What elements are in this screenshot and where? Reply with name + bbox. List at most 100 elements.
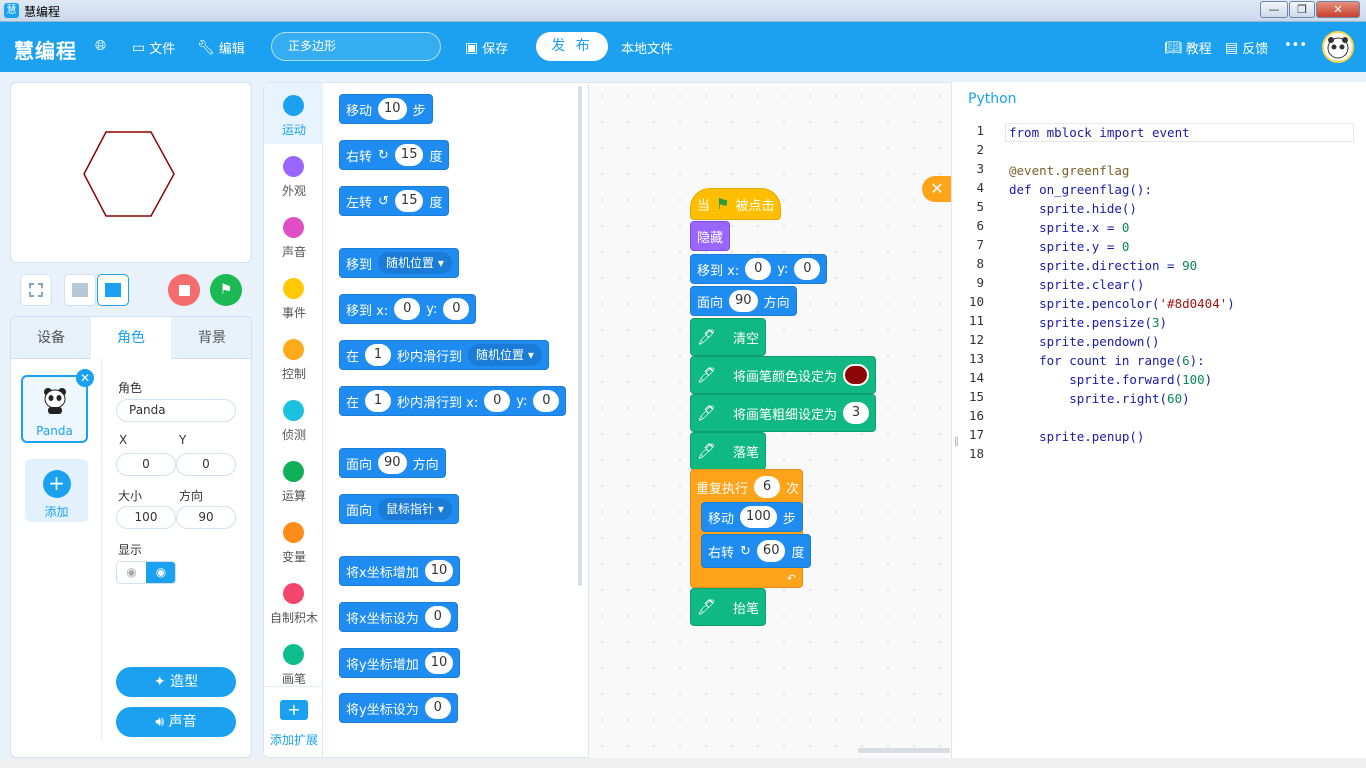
block-input[interactable]: 0: [394, 298, 421, 320]
block-input[interactable]: 0: [794, 258, 821, 280]
add-sprite-button[interactable]: + 添加: [25, 459, 88, 522]
category-control[interactable]: 控制: [264, 327, 324, 388]
palette-scrollbar[interactable]: [578, 86, 582, 586]
block-input[interactable]: 0: [424, 697, 451, 719]
tab-backdrops[interactable]: 背景: [171, 317, 251, 359]
pen-color-swatch[interactable]: [843, 364, 870, 386]
sound-button[interactable]: 🔊︎ 声音: [116, 707, 236, 737]
add-extension-button[interactable]: + 添加扩展: [264, 694, 324, 754]
block-input[interactable]: 10: [424, 560, 454, 582]
stage[interactable]: [10, 82, 252, 263]
palette-glide-xy-block[interactable]: 在 1 秒内滑行到 x: 0 y: 0: [339, 386, 567, 416]
block-input[interactable]: 0: [484, 390, 511, 412]
block-input[interactable]: 60: [756, 540, 786, 562]
palette-point-to-block[interactable]: 面向 鼠标指针 ▾: [339, 494, 459, 524]
category-operators[interactable]: 运算: [264, 449, 324, 510]
block-input[interactable]: 15: [394, 144, 424, 166]
pen-clear-block[interactable]: 🖊︎ 清空: [690, 318, 767, 356]
green-flag-button[interactable]: ⚑: [210, 274, 242, 306]
block-input[interactable]: 10: [378, 98, 407, 120]
palette-set-x-block[interactable]: 将x坐标设为 0: [339, 602, 458, 632]
pen-down-block[interactable]: 🖊︎ 落笔: [690, 432, 767, 470]
palette-glide-block[interactable]: 在 1 秒内滑行到 随机位置 ▾: [339, 340, 549, 370]
more-button[interactable]: •••: [1284, 38, 1307, 53]
hide-block[interactable]: 隐藏: [690, 221, 731, 251]
delete-sprite-button[interactable]: ✕: [76, 369, 94, 387]
block-input[interactable]: 0: [745, 258, 772, 280]
edit-menu[interactable]: 🔧︎ 编辑: [197, 38, 245, 58]
block-input[interactable]: 90: [378, 452, 407, 474]
category-motion[interactable]: 运动: [264, 83, 324, 144]
user-avatar[interactable]: [1322, 31, 1354, 63]
palette-change-y-block[interactable]: 将y坐标增加 10: [339, 648, 461, 678]
goto-xy-block[interactable]: 移到 x: 0 y: 0: [690, 254, 828, 284]
large-stage-button[interactable]: [97, 274, 129, 306]
tab-sprites[interactable]: 角色: [91, 317, 171, 359]
block-input[interactable]: 15: [394, 190, 424, 212]
category-my-blocks[interactable]: 自制积木: [264, 571, 324, 632]
block-input[interactable]: 6: [754, 476, 781, 498]
hide-eye-button[interactable]: ◉: [117, 562, 146, 583]
stop-button[interactable]: [168, 274, 200, 306]
x-field[interactable]: 0: [116, 453, 176, 476]
block-input[interactable]: 10: [424, 652, 454, 674]
block-dropdown[interactable]: 鼠标指针 ▾: [378, 498, 452, 520]
block-input[interactable]: 90: [729, 290, 758, 312]
tab-devices[interactable]: 设备: [11, 317, 91, 359]
local-file-button[interactable]: 本地文件: [621, 38, 673, 57]
set-pen-color-block[interactable]: 🖊︎ 将画笔颜色设定为: [690, 356, 877, 394]
flag-icon: ⚑: [219, 282, 233, 298]
costume-button[interactable]: ✦ 造型: [116, 667, 236, 697]
palette-goto-xy-block[interactable]: 移到 x: 0 y: 0: [339, 294, 477, 324]
block-dropdown[interactable]: 随机位置 ▾: [378, 252, 452, 274]
language-button[interactable]: 🌐︎: [95, 38, 106, 54]
y-field[interactable]: 0: [176, 453, 236, 476]
publish-button[interactable]: 发 布: [536, 32, 608, 61]
category-pen-dot: [283, 644, 304, 665]
minimize-button[interactable]: —: [1260, 1, 1288, 18]
pen-up-block[interactable]: 🖊︎ 抬笔: [690, 588, 767, 626]
palette-turn-left-block[interactable]: 左转 ↺ 15 度: [339, 186, 450, 216]
block-input[interactable]: 100: [740, 506, 777, 528]
show-eye-button[interactable]: ◉: [146, 562, 175, 583]
block-input[interactable]: 1: [365, 344, 392, 366]
fullscreen-button[interactable]: [20, 274, 52, 306]
category-variables[interactable]: 变量: [264, 510, 324, 571]
maximize-button[interactable]: ❐: [1289, 1, 1315, 18]
tutorial-button[interactable]: 📖︎ 教程: [1164, 38, 1212, 58]
file-menu[interactable]: ▭ 文件: [132, 38, 175, 58]
block-input[interactable]: 3: [843, 402, 870, 424]
close-code-panel-button[interactable]: ✕: [922, 176, 952, 202]
move-steps-block[interactable]: 移动 100 步: [701, 502, 803, 532]
palette-set-y-block[interactable]: 将y坐标设为 0: [339, 693, 458, 723]
save-button[interactable]: ▣ 保存: [465, 38, 508, 58]
category-sensing[interactable]: 侦测: [264, 388, 324, 449]
palette-change-x-block[interactable]: 将x坐标增加 10: [339, 556, 461, 586]
category-looks[interactable]: 外观: [264, 144, 324, 205]
sprite-card[interactable]: Panda ✕: [21, 369, 94, 443]
block-input[interactable]: 0: [424, 606, 451, 628]
palette-turn-right-block[interactable]: 右转 ↻ 15 度: [339, 140, 450, 170]
block-input[interactable]: 0: [533, 390, 560, 412]
sprite-name-field[interactable]: Panda: [116, 399, 236, 422]
category-events[interactable]: 事件: [264, 266, 324, 327]
project-name-input[interactable]: 正多边形: [271, 32, 441, 61]
point-direction-block[interactable]: 面向 90 方向: [690, 286, 797, 316]
close-window-button[interactable]: ✕: [1316, 1, 1360, 18]
category-sound[interactable]: 声音: [264, 205, 324, 266]
palette-move-block[interactable]: 移动 10 步: [339, 94, 433, 124]
turn-right-block[interactable]: 右转 ↻ 60 度: [701, 534, 812, 568]
block-input[interactable]: 0: [443, 298, 470, 320]
when-flag-clicked-block[interactable]: 当 ⚑ 被点击: [690, 188, 782, 220]
category-pen[interactable]: 画笔: [264, 632, 324, 693]
canvas-scrollbar[interactable]: [858, 748, 950, 753]
size-field[interactable]: 100: [116, 506, 176, 529]
set-pen-size-block[interactable]: 🖊︎ 将画笔粗细设定为 3: [690, 394, 877, 432]
block-input[interactable]: 1: [365, 390, 392, 412]
direction-field[interactable]: 90: [176, 506, 236, 529]
block-dropdown[interactable]: 随机位置 ▾: [468, 344, 542, 366]
palette-point-block[interactable]: 面向 90 方向: [339, 448, 446, 478]
small-stage-button[interactable]: [64, 274, 96, 306]
feedback-button[interactable]: ▤ 反馈: [1225, 38, 1268, 58]
palette-goto-block[interactable]: 移到 随机位置 ▾: [339, 248, 459, 278]
